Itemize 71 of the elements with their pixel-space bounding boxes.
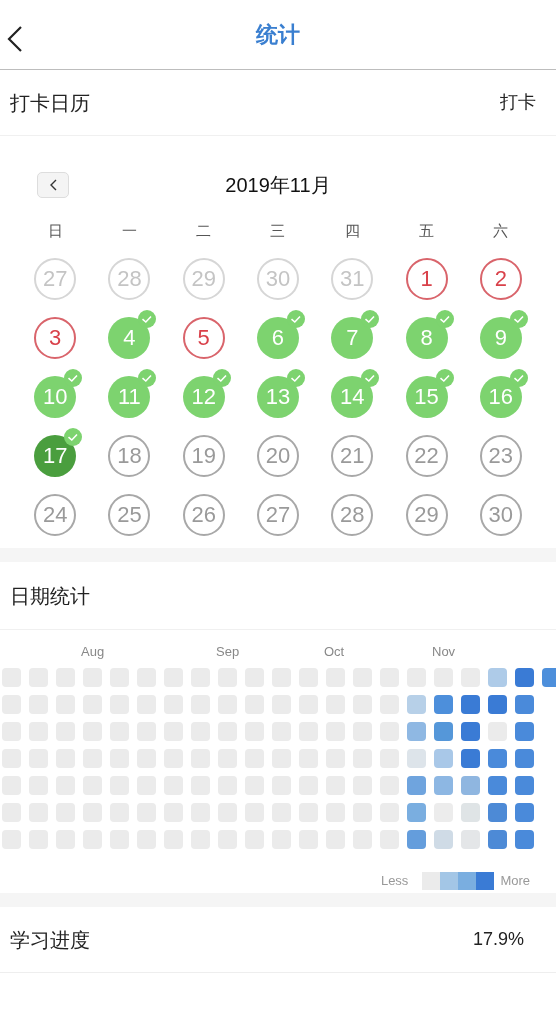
check-badge-icon <box>212 368 231 387</box>
month-label: Sep <box>216 643 240 661</box>
month-title: 2019年11月 <box>225 173 331 198</box>
check-badge-icon <box>435 368 454 387</box>
progress-value: 17.9% <box>472 928 525 951</box>
calendar-day[interactable]: 25 <box>108 493 151 536</box>
calendar-day[interactable]: 15 <box>405 375 448 418</box>
calendar-day[interactable]: 22 <box>405 434 448 477</box>
weekday-label: 日 <box>47 220 63 241</box>
calendar-day[interactable]: 28 <box>331 493 374 536</box>
weekday-label: 六 <box>493 220 509 241</box>
calendar-day[interactable]: 9 <box>479 316 522 359</box>
month-label: Oct <box>324 643 345 661</box>
check-badge-icon <box>287 368 305 387</box>
section-title: 学习进度 <box>10 927 90 953</box>
calendar-day[interactable]: 30 <box>479 493 522 536</box>
calendar-day[interactable]: 8 <box>405 316 448 359</box>
check-badge-icon <box>138 309 157 328</box>
legend-label: More <box>500 872 530 890</box>
check-badge-icon <box>64 368 83 387</box>
check-badge-icon <box>287 309 305 328</box>
calendar-day[interactable]: 14 <box>331 375 374 418</box>
check-badge-icon <box>361 368 380 387</box>
calendar-day[interactable]: 20 <box>257 434 299 477</box>
calendar-day[interactable]: 28 <box>108 257 151 300</box>
calendar-day[interactable]: 10 <box>34 375 77 418</box>
calendar-day[interactable]: 30 <box>257 257 299 300</box>
calendar-day[interactable]: 16 <box>479 375 522 418</box>
check-badge-icon <box>509 368 528 387</box>
calendar-day[interactable]: 2 <box>479 257 522 300</box>
calendar-day[interactable]: 29 <box>182 257 225 300</box>
check-badge-icon <box>361 309 380 328</box>
chevron-left-icon <box>49 179 57 191</box>
calendar-day[interactable]: 13 <box>257 375 299 418</box>
calendar-day[interactable]: 19 <box>182 434 225 477</box>
check-badge-icon <box>435 309 454 328</box>
calendar-day[interactable]: 31 <box>331 257 374 300</box>
calendar-day[interactable]: 6 <box>257 316 299 359</box>
calendar-day[interactable]: 7 <box>331 316 374 359</box>
weekday-label: 三 <box>270 220 286 241</box>
check-badge-icon <box>64 427 83 446</box>
legend-label: Less <box>380 872 409 890</box>
weekday-label: 四 <box>344 220 360 241</box>
section-title: 打卡日历 <box>10 90 90 116</box>
checkin-button[interactable]: 打卡 <box>500 89 546 116</box>
calendar-day[interactable]: 1 <box>405 257 448 300</box>
calendar-day[interactable]: 23 <box>479 434 522 477</box>
calendar-day[interactable]: 17 <box>34 434 77 477</box>
weekday-label: 一 <box>121 220 137 241</box>
calendar-day[interactable]: 12 <box>182 375 225 418</box>
calendar-day[interactable]: 29 <box>405 493 448 536</box>
calendar-day[interactable]: 21 <box>331 434 374 477</box>
calendar-day[interactable]: 27 <box>34 257 77 300</box>
back-button[interactable] <box>6 24 24 54</box>
calendar-day[interactable]: 27 <box>257 493 299 536</box>
weekday-label: 二 <box>196 220 212 241</box>
calendar-day[interactable]: 11 <box>108 375 151 418</box>
calendar-day[interactable]: 3 <box>34 316 77 359</box>
calendar-day[interactable]: 4 <box>108 316 151 359</box>
section-title: 日期统计 <box>10 583 90 609</box>
calendar-day[interactable]: 5 <box>182 316 225 359</box>
month-label: Aug <box>81 643 105 661</box>
month-label: Nov <box>432 643 456 661</box>
page-title: 统计 <box>256 21 300 49</box>
calendar-day[interactable]: 26 <box>182 493 225 536</box>
check-badge-icon <box>509 309 528 328</box>
weekday-label: 五 <box>419 220 435 241</box>
calendar-day[interactable]: 18 <box>108 434 151 477</box>
previous-month-button[interactable] <box>37 172 69 198</box>
calendar-day[interactable]: 24 <box>34 493 77 536</box>
check-badge-icon <box>138 368 157 387</box>
